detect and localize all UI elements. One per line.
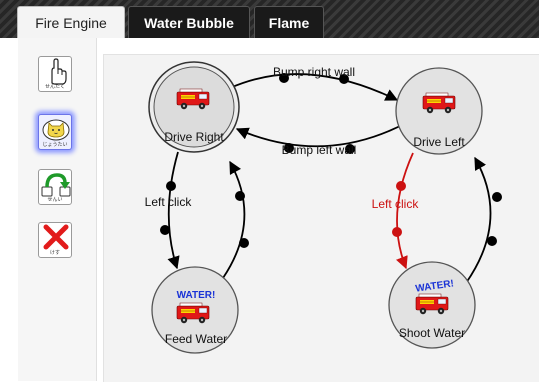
transition-bump-left-wall[interactable]: Bump left wall bbox=[235, 125, 401, 157]
transition-bump-right-wall[interactable]: Bump right wall bbox=[229, 65, 399, 101]
transition-label-bump-left: Bump left wall bbox=[282, 143, 357, 157]
state-drive-left[interactable]: Drive Left bbox=[395, 67, 483, 155]
state-shoot-water[interactable]: WATER! Shoot Water bbox=[388, 261, 476, 349]
state-label-feed-water: Feed Water bbox=[165, 332, 227, 346]
transition-label-left-click: Left click bbox=[145, 195, 193, 209]
state-label-drive-right: Drive Right bbox=[164, 130, 224, 144]
state-diagram: Bump right wall Bump left wall Left clic… bbox=[145, 61, 502, 354]
state-label-shoot-water: Shoot Water bbox=[399, 326, 465, 340]
transition-shoot-to-drive-left[interactable] bbox=[465, 156, 502, 284]
state-drive-right[interactable]: Drive Right bbox=[148, 61, 240, 153]
state-feed-water[interactable]: WATER! Feed Water bbox=[151, 266, 239, 354]
transition-label-bump-right: Bump right wall bbox=[273, 65, 355, 79]
state-label-drive-left: Drive Left bbox=[413, 135, 465, 149]
transition-left-click-feed[interactable]: Left click bbox=[145, 151, 193, 270]
transition-left-click-shoot[interactable]: Left click bbox=[372, 152, 420, 270]
transition-label-left-click-red: Left click bbox=[372, 197, 420, 211]
water-badge: WATER! bbox=[177, 290, 216, 301]
transition-feed-to-drive-right[interactable] bbox=[222, 160, 249, 279]
